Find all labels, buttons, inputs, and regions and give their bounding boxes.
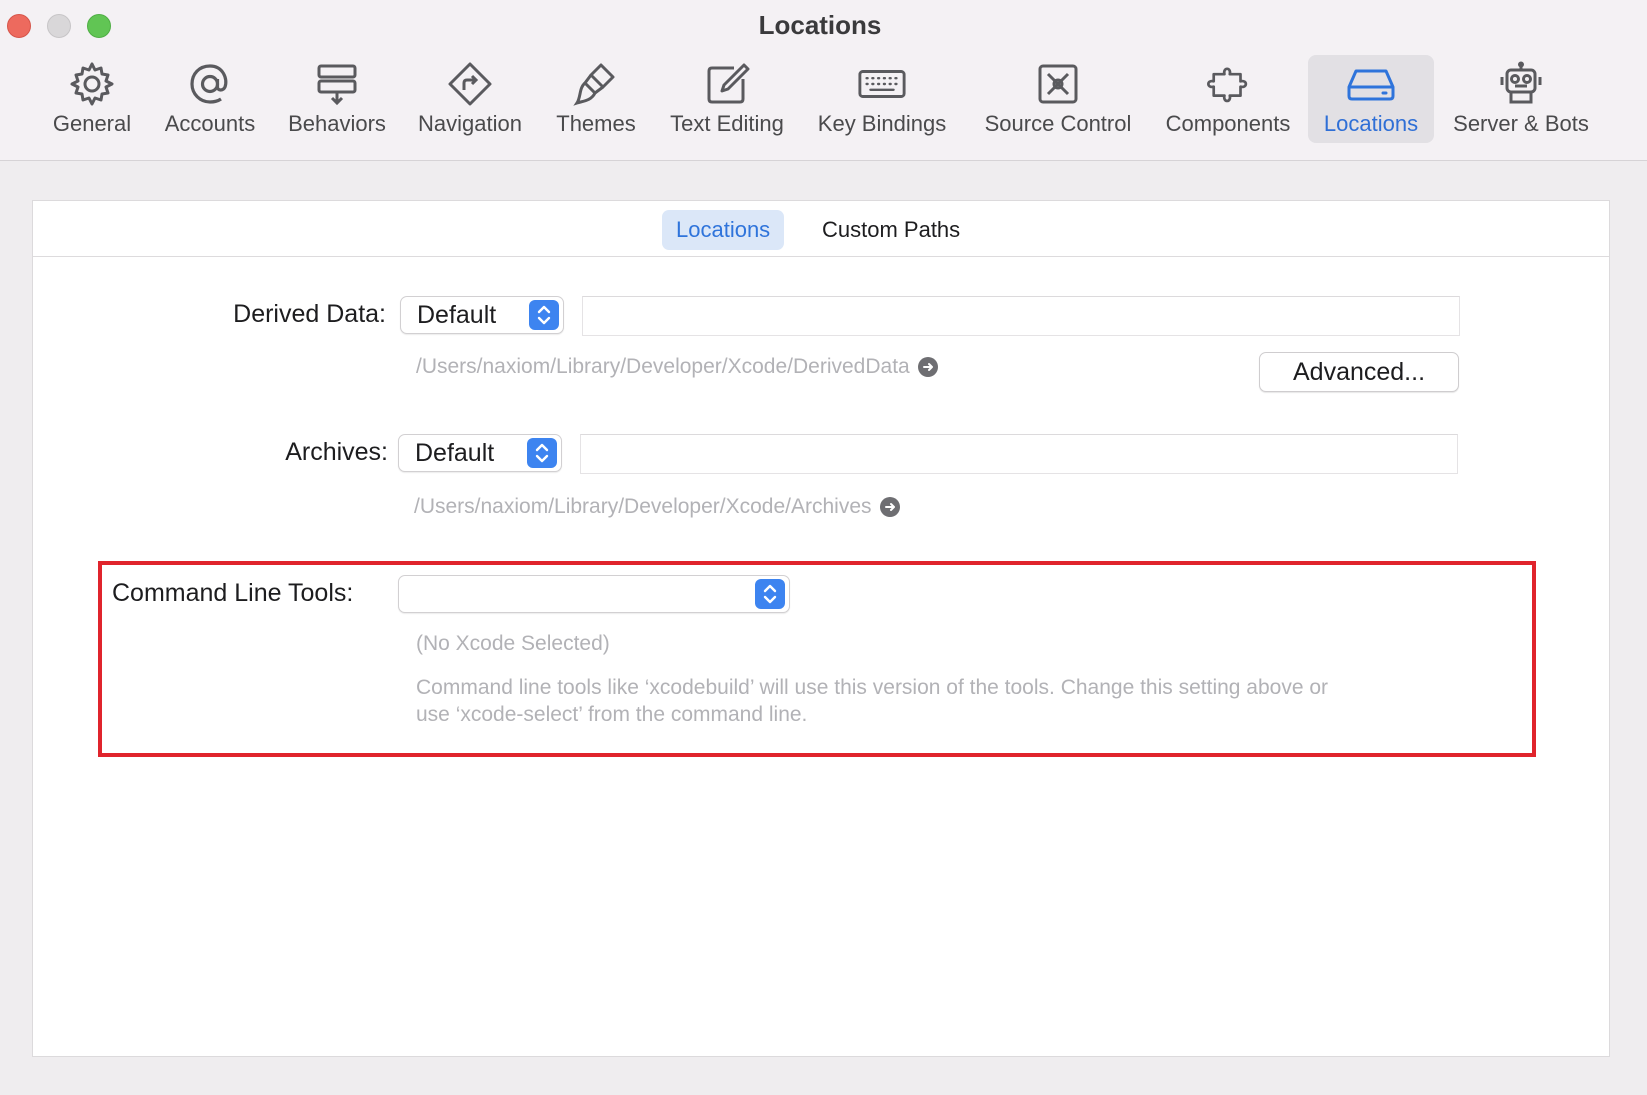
reveal-in-finder-arrow-icon[interactable]: [879, 497, 900, 517]
toolbar-item-label: Key Bindings: [817, 111, 947, 136]
gear-icon: [67, 59, 117, 109]
robot-icon: [1496, 59, 1546, 109]
toolbar-item-label: Themes: [556, 111, 636, 136]
derived-data-path-text: /Users/naxiom/Library/Developer/Xcode/De…: [416, 355, 910, 378]
command-line-tools-help-line2: use ‘xcode-select’ from the command line…: [416, 703, 808, 726]
drive-icon: [1346, 59, 1396, 109]
behaviors-icon: [312, 59, 362, 109]
advanced-button[interactable]: Advanced...: [1259, 352, 1459, 392]
command-line-tools-help-line1: Command line tools like ‘xcodebuild’ wil…: [416, 676, 1329, 699]
command-line-tools-popup[interactable]: [398, 575, 790, 613]
tab-custom-paths[interactable]: Custom Paths: [808, 210, 974, 250]
toolbar-item-components[interactable]: Components: [1160, 55, 1296, 143]
source-control-icon: [1033, 59, 1083, 109]
toolbar-item-label: Components: [1165, 111, 1291, 136]
toolbar-item-key-bindings[interactable]: Key Bindings: [812, 55, 952, 143]
toolbar-item-navigation[interactable]: Navigation: [412, 55, 528, 143]
archives-path[interactable]: /Users/naxiom/Library/Developer/Xcode/Ar…: [414, 495, 900, 519]
keyboard-icon: [857, 59, 907, 109]
puzzle-piece-icon: [1203, 59, 1253, 109]
archives-label: Archives:: [285, 438, 388, 466]
toolbar-item-behaviors[interactable]: Behaviors: [282, 55, 392, 143]
archives-popup[interactable]: Default: [398, 434, 562, 472]
toolbar-item-label: Behaviors: [288, 111, 386, 136]
toolbar-item-themes[interactable]: Themes: [548, 55, 644, 143]
toolbar-item-locations[interactable]: Locations: [1308, 55, 1434, 143]
navigation-diamond-icon: [445, 59, 495, 109]
toolbar-item-label: Source Control: [984, 111, 1132, 136]
derived-data-value: Default: [417, 301, 497, 329]
tab-locations[interactable]: Locations: [662, 210, 785, 250]
toolbar-item-label: Server & Bots: [1453, 111, 1589, 136]
tab-bar: Locations Custom Paths: [33, 201, 1609, 257]
toolbar-item-general[interactable]: General: [44, 55, 140, 143]
toolbar-item-label: General: [52, 111, 132, 136]
paintbrush-icon: [571, 59, 621, 109]
at-sign-icon: [185, 59, 235, 109]
derived-data-path[interactable]: /Users/naxiom/Library/Developer/Xcode/De…: [416, 355, 938, 379]
toolbar-item-label: Accounts: [164, 111, 256, 136]
toolbar-item-server-bots[interactable]: Server & Bots: [1448, 55, 1594, 143]
toolbar-item-text-editing[interactable]: Text Editing: [662, 55, 792, 143]
toolbar-item-accounts[interactable]: Accounts: [158, 55, 262, 143]
toolbar-item-source-control[interactable]: Source Control: [974, 55, 1142, 143]
chevron-up-down-icon: [755, 579, 785, 609]
command-line-tools-label: Command Line Tools:: [112, 579, 354, 607]
reveal-in-finder-arrow-icon[interactable]: [917, 357, 938, 377]
toolbar-item-label: Navigation: [418, 111, 522, 136]
toolbar-item-label: Locations: [1323, 111, 1419, 136]
derived-data-path-field[interactable]: [582, 296, 1460, 336]
command-line-tools-status: (No Xcode Selected): [416, 632, 610, 655]
pencil-square-icon: [702, 59, 752, 109]
derived-data-popup[interactable]: Default: [400, 296, 564, 334]
archives-path-text: /Users/naxiom/Library/Developer/Xcode/Ar…: [414, 495, 872, 518]
derived-data-label: Derived Data:: [233, 300, 386, 328]
archives-value: Default: [415, 439, 495, 467]
toolbar: Locations General Accounts Behaviors Nav…: [0, 0, 1647, 161]
archives-path-field[interactable]: [580, 434, 1458, 474]
window-title: Locations: [758, 10, 882, 40]
chevron-up-down-icon: [527, 438, 557, 468]
chevron-up-down-icon: [529, 300, 559, 330]
toolbar-item-label: Text Editing: [670, 111, 784, 136]
preferences-window: Locations General Accounts Behaviors Nav…: [0, 0, 1647, 1095]
